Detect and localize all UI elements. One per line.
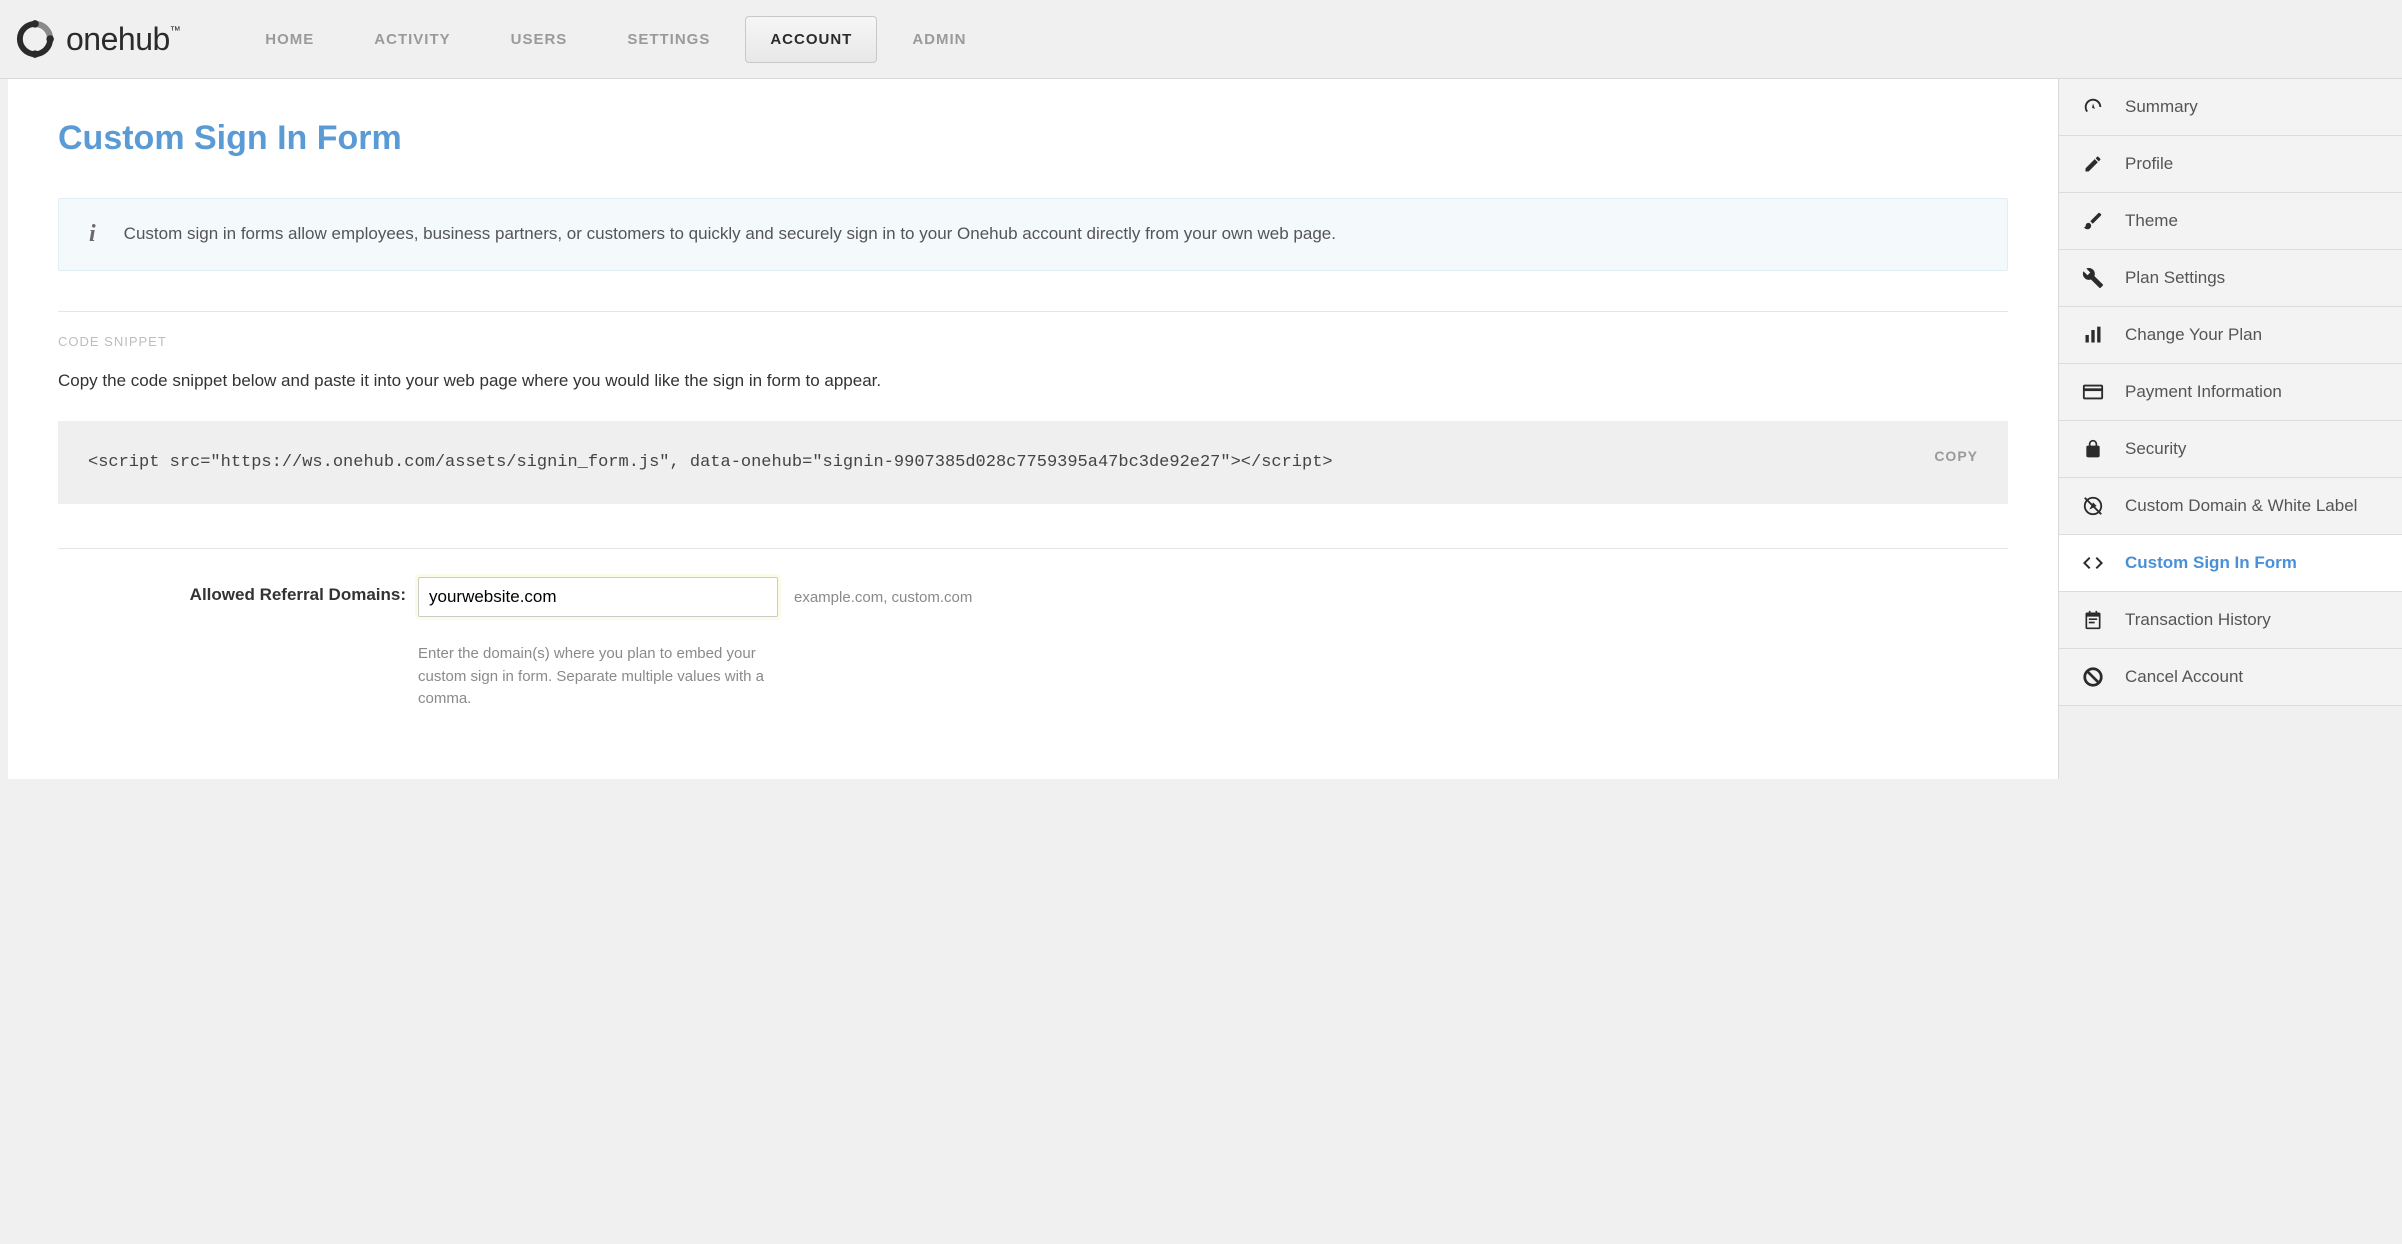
paint-icon	[2081, 209, 2105, 233]
page-title: Custom Sign In Form	[58, 119, 2008, 158]
primary-nav: HOMEACTIVITYUSERSSETTINGSACCOUNTADMIN	[240, 16, 991, 63]
card-icon	[2081, 380, 2105, 404]
sidebar-item-plan-settings[interactable]: Plan Settings	[2059, 250, 2402, 307]
sidebar-item-label: Transaction History	[2125, 610, 2271, 630]
nav-activity[interactable]: ACTIVITY	[349, 16, 475, 63]
sidebar-item-theme[interactable]: Theme	[2059, 193, 2402, 250]
info-text: Custom sign in forms allow employees, bu…	[124, 221, 1336, 248]
allowed-domains-label: Allowed Referral Domains:	[58, 577, 418, 605]
onehub-logo-icon	[14, 18, 56, 60]
allowed-domains-help: Enter the domain(s) where you plan to em…	[418, 643, 778, 711]
code-icon	[2081, 551, 2105, 575]
account-sidebar: Summary Profile Theme Plan Settings Change Y…	[2058, 79, 2402, 779]
code-section-label: CODE SNIPPET	[58, 334, 2008, 349]
sidebar-item-transaction-history[interactable]: Transaction History	[2059, 592, 2402, 649]
sidebar-item-security[interactable]: Security	[2059, 421, 2402, 478]
sidebar-item-label: Theme	[2125, 211, 2178, 231]
sidebar-item-change-your-plan[interactable]: Change Your Plan	[2059, 307, 2402, 364]
gauge-icon	[2081, 95, 2105, 119]
sidebar-item-profile[interactable]: Profile	[2059, 136, 2402, 193]
sidebar-item-label: Payment Information	[2125, 382, 2282, 402]
sidebar-item-cancel-account[interactable]: Cancel Account	[2059, 649, 2402, 706]
sidebar-item-label: Change Your Plan	[2125, 325, 2262, 345]
sidebar-item-label: Profile	[2125, 154, 2173, 174]
nav-admin[interactable]: ADMIN	[887, 16, 991, 63]
sidebar-item-custom-sign-in-form[interactable]: Custom Sign In Form	[2059, 535, 2402, 592]
sidebar-item-label: Security	[2125, 439, 2186, 459]
sidebar-item-custom-domain-white-label[interactable]: Custom Domain & White Label	[2059, 478, 2402, 535]
sidebar-item-label: Cancel Account	[2125, 667, 2243, 687]
code-section-description: Copy the code snippet below and paste it…	[58, 371, 2008, 391]
pencil-icon	[2081, 152, 2105, 176]
nav-account[interactable]: ACCOUNT	[745, 16, 877, 63]
allowed-domains-input[interactable]	[418, 577, 778, 617]
lock-icon	[2081, 437, 2105, 461]
sidebar-item-label: Plan Settings	[2125, 268, 2225, 288]
code-snippet-block: <script src="https://ws.onehub.com/asset…	[58, 421, 2008, 504]
allowed-domains-hint: example.com, custom.com	[778, 577, 2008, 606]
nav-settings[interactable]: SETTINGS	[602, 16, 735, 63]
tools-icon	[2081, 266, 2105, 290]
sidebar-item-label: Custom Domain & White Label	[2125, 496, 2357, 516]
sidebar-item-label: Custom Sign In Form	[2125, 553, 2297, 573]
divider	[58, 311, 2008, 312]
info-callout: i Custom sign in forms allow employees, …	[58, 198, 2008, 271]
nav-home[interactable]: HOME	[240, 16, 339, 63]
notepad-icon	[2081, 608, 2105, 632]
copy-button[interactable]: COPY	[1934, 445, 1978, 467]
ban-icon	[2081, 665, 2105, 689]
sidebar-item-payment-information[interactable]: Payment Information	[2059, 364, 2402, 421]
info-icon: i	[89, 221, 96, 248]
allowed-domains-row: Allowed Referral Domains: Enter the doma…	[58, 548, 2008, 711]
bars-icon	[2081, 323, 2105, 347]
nav-users[interactable]: USERS	[486, 16, 593, 63]
brand-name: onehub™	[66, 21, 180, 58]
sidebar-item-label: Summary	[2125, 97, 2198, 117]
logo[interactable]: onehub™	[14, 18, 180, 60]
sidebar-item-summary[interactable]: Summary	[2059, 79, 2402, 136]
compass-off-icon	[2081, 494, 2105, 518]
top-bar: onehub™ HOMEACTIVITYUSERSSETTINGSACCOUNT…	[0, 0, 2402, 78]
code-snippet-text[interactable]: <script src="https://ws.onehub.com/asset…	[88, 453, 1333, 472]
main-content: Custom Sign In Form i Custom sign in for…	[8, 79, 2058, 779]
